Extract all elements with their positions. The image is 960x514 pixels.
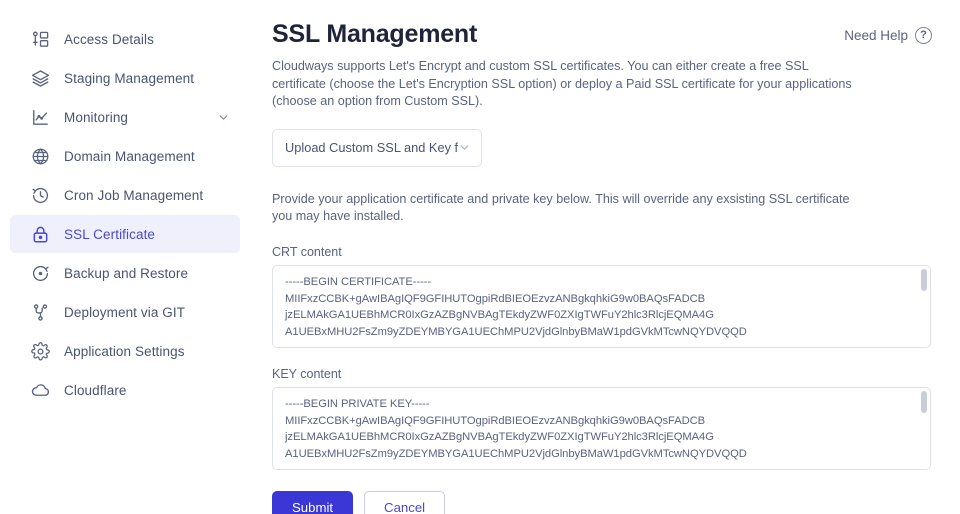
ssl-type-select-value: Upload Custom SSL and Key fil. <box>285 140 458 155</box>
key-content-line: MIIFxzCCBK+gAwIBAgIQF9GFIHUTOgpiRdBIEOEz… <box>285 413 918 430</box>
sidebar-item-label: SSL Certificate <box>64 227 155 242</box>
crt-content-line: MIIFxzCCBK+gAwIBAgIQF9GFIHUTOgpiRdBIEOEz… <box>285 291 918 308</box>
sidebar-item-label: Backup and Restore <box>64 266 188 281</box>
sidebar-item-staging-management[interactable]: Staging Management <box>10 59 240 97</box>
need-help-label: Need Help <box>844 28 908 43</box>
sidebar-item-label: Cloudflare <box>64 383 127 398</box>
access-details-icon <box>29 28 51 50</box>
sidebar-item-label: Domain Management <box>64 149 195 164</box>
key-content-line: jzELMAkGA1UEBhMCR0IxGzAZBgNVBAgTEkdyZWF0… <box>285 429 918 446</box>
key-content-line: -----BEGIN PRIVATE KEY----- <box>285 396 918 413</box>
gear-icon <box>29 340 51 362</box>
ssl-management-page: Access Details Staging Management Monitori… <box>0 0 960 514</box>
sidebar-item-deployment-via-git[interactable]: Deployment via GIT <box>10 293 240 331</box>
sidebar-item-access-details[interactable]: Access Details <box>10 20 240 58</box>
ssl-type-select[interactable]: Upload Custom SSL and Key fil. <box>272 129 482 167</box>
key-scrollbar-thumb[interactable] <box>921 391 927 413</box>
sidebar-item-cloudflare[interactable]: Cloudflare <box>10 371 240 409</box>
sidebar-nav: Access Details Staging Management Monitori… <box>0 0 250 514</box>
key-content-line: A1UEBxMHU2FsZm9yZDEYMBYGA1UEChMPU2VjdGln… <box>285 446 918 463</box>
need-help-button[interactable]: Need Help ? <box>844 27 932 44</box>
sidebar-item-domain-management[interactable]: Domain Management <box>10 137 240 175</box>
sidebar-item-label: Cron Job Management <box>64 188 203 203</box>
crt-content-line: jzELMAkGA1UEBhMCR0IxGzAZBgNVBAgTEkdyZWF0… <box>285 307 918 324</box>
crt-label: CRT content <box>272 245 932 259</box>
key-field: KEY content -----BEGIN PRIVATE KEY-----M… <box>272 367 932 470</box>
sidebar-item-monitoring[interactable]: Monitoring <box>10 98 240 136</box>
chevron-down-icon <box>458 141 471 154</box>
sidebar-item-label: Access Details <box>64 32 154 47</box>
form-instructions: Provide your application certificate and… <box>272 191 872 226</box>
crt-field: CRT content -----BEGIN CERTIFICATE-----M… <box>272 245 932 348</box>
sidebar-item-label: Monitoring <box>64 110 128 125</box>
crt-scrollbar-thumb[interactable] <box>921 269 927 291</box>
globe-www-icon <box>29 145 51 167</box>
sidebar-item-label: Application Settings <box>64 344 185 359</box>
form-actions: Submit Cancel <box>272 491 932 514</box>
crt-content-textarea[interactable]: -----BEGIN CERTIFICATE-----MIIFxzCCBK+gA… <box>272 265 931 348</box>
question-mark-circle-icon: ? <box>915 27 932 44</box>
restore-icon <box>29 262 51 284</box>
chevron-down-icon[interactable] <box>217 111 230 124</box>
lock-icon <box>29 223 51 245</box>
sidebar-item-label: Deployment via GIT <box>64 305 185 320</box>
git-branch-icon <box>29 301 51 323</box>
clock-history-icon <box>29 184 51 206</box>
chart-line-icon <box>29 106 51 128</box>
page-title: SSL Management <box>272 20 932 49</box>
sidebar-item-ssl-certificate[interactable]: SSL Certificate <box>10 215 240 253</box>
crt-content-line: -----BEGIN CERTIFICATE----- <box>285 274 918 291</box>
submit-button[interactable]: Submit <box>272 491 353 514</box>
key-label: KEY content <box>272 367 932 381</box>
sidebar-item-cron-job-management[interactable]: Cron Job Management <box>10 176 240 214</box>
crt-content-line: A1UEBxMHU2FsZm9yZDEYMBYGA1UEChMPU2VjdGln… <box>285 324 918 341</box>
sidebar-item-backup-and-restore[interactable]: Backup and Restore <box>10 254 240 292</box>
page-description: Cloudways supports Let's Encrypt and cus… <box>272 58 852 111</box>
layers-icon <box>29 67 51 89</box>
main-content: Need Help ? SSL Management Cloudways sup… <box>250 0 960 514</box>
cancel-button[interactable]: Cancel <box>364 491 445 514</box>
sidebar-item-application-settings[interactable]: Application Settings <box>10 332 240 370</box>
sidebar-item-label: Staging Management <box>64 71 194 86</box>
key-content-textarea[interactable]: -----BEGIN PRIVATE KEY-----MIIFxzCCBK+gA… <box>272 387 931 470</box>
cloud-icon <box>29 379 51 401</box>
